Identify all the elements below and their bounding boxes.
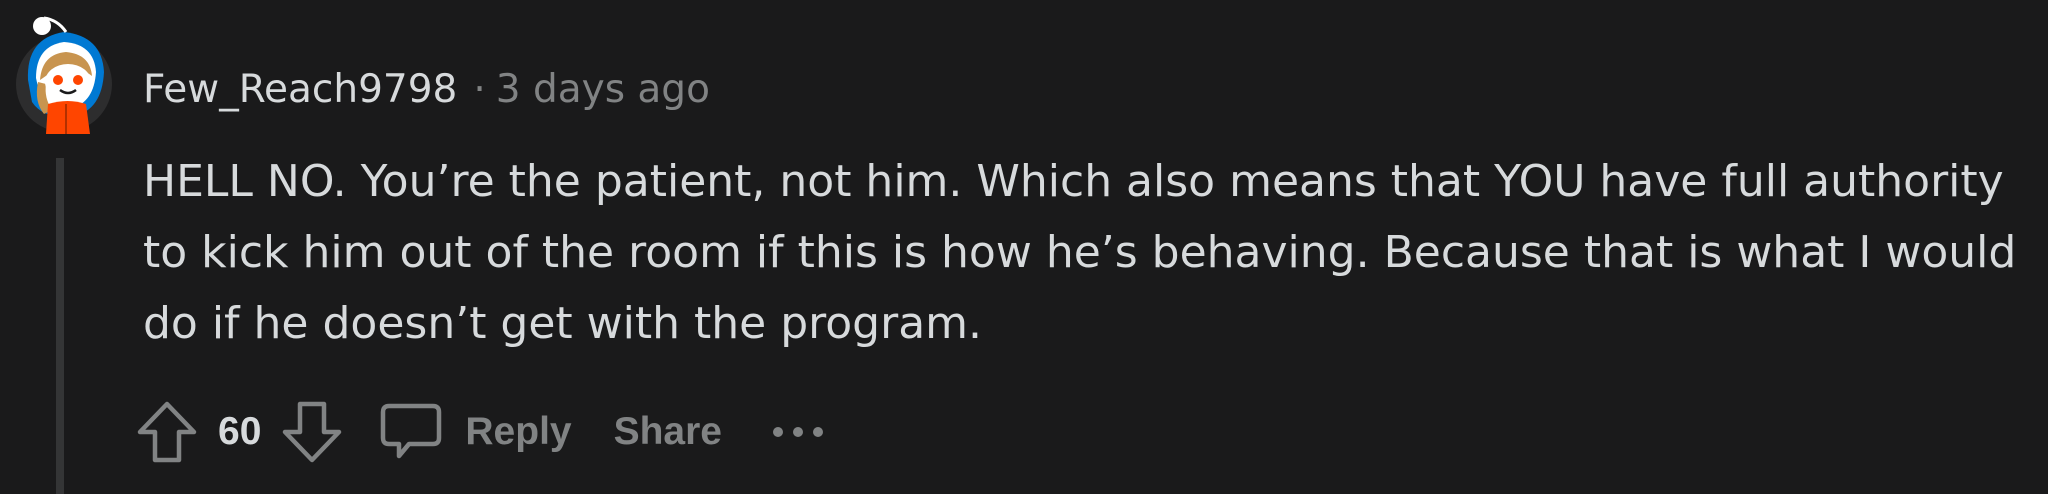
comment-action-bar: 60 Reply Share (136, 392, 826, 472)
user-avatar[interactable] (14, 10, 118, 134)
share-button[interactable]: Share (614, 410, 722, 454)
speech-bubble-icon (381, 403, 442, 459)
downvote-button[interactable] (281, 400, 343, 464)
comment: Few_Reach9798 · 3 days ago HELL NO. You’… (0, 0, 2048, 494)
snoo-avatar-icon (16, 16, 112, 134)
more-options-button[interactable] (770, 422, 826, 442)
vote-score: 60 (218, 410, 262, 453)
upvote-button[interactable] (136, 400, 198, 464)
ellipsis-icon (773, 427, 823, 437)
thread-collapse-line[interactable] (56, 158, 64, 494)
comment-timestamp[interactable]: 3 days ago (496, 67, 710, 112)
reply-button[interactable]: Reply (379, 400, 572, 464)
author-username[interactable]: Few_Reach9798 (143, 67, 457, 112)
comment-body: HELL NO. You’re the patient, not him. Wh… (143, 156, 2017, 349)
arrow-down-outline-icon (283, 401, 342, 463)
comment-meta: Few_Reach9798 · 3 days ago (143, 64, 710, 114)
arrow-up-outline-icon (137, 401, 197, 463)
meta-separator: · (473, 66, 486, 112)
reply-label: Reply (465, 410, 572, 453)
